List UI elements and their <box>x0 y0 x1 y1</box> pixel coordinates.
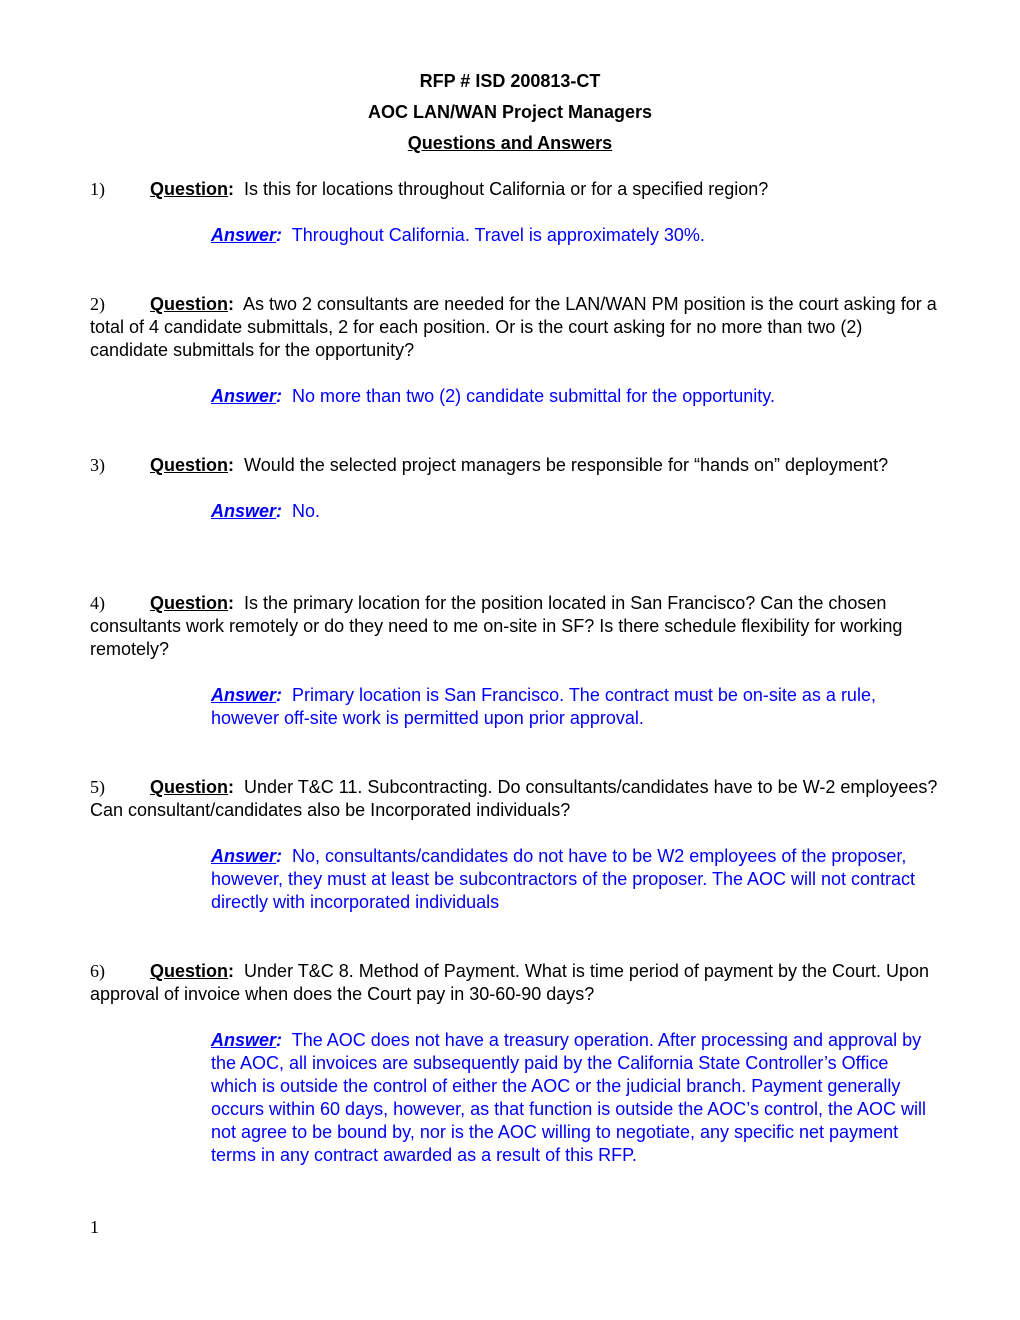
question-text: Would the selected project managers be r… <box>244 455 889 475</box>
answer-label: Answer: <box>211 225 283 245</box>
question-label: Question: <box>150 455 235 475</box>
rfp-number-heading: RFP # ISD 200813-CT <box>419 71 601 91</box>
question-paragraph: 6) Question: Under T&C 8. Method of Payme… <box>90 960 940 1006</box>
page-number: 1 <box>90 1217 99 1237</box>
answer-label: Answer: <box>211 386 283 406</box>
question-number: 6) <box>90 961 105 981</box>
question-number: 2) <box>90 294 105 314</box>
question-text: Is this for locations throughout Califor… <box>244 179 769 199</box>
answer-text: Throughout California. Travel is approxi… <box>291 225 705 245</box>
qa-item: 3) Question: Would the selected project m… <box>90 454 940 523</box>
question-label: Question: <box>150 777 235 797</box>
answer-paragraph: Answer: Primary location is San Francisc… <box>211 684 931 730</box>
document-page: RFP # ISD 200813-CT AOC LAN/WAN Project … <box>0 0 1020 1320</box>
answer-label: Answer: <box>211 1030 283 1050</box>
question-label: Question: <box>150 961 235 981</box>
section-heading: Questions and Answers <box>407 133 613 153</box>
question-label: Question: <box>150 294 235 314</box>
answer-text: No. <box>292 501 321 521</box>
question-paragraph: 5) Question: Under T&C 11. Subcontracting… <box>90 776 940 822</box>
answer-text: The AOC does not have a treasury operati… <box>211 1030 927 1165</box>
question-label: Question: <box>150 179 235 199</box>
answer-text: No more than two (2) candidate submittal… <box>292 386 775 406</box>
answer-paragraph: Answer: No more than two (2) candidate s… <box>211 385 931 408</box>
question-number: 4) <box>90 593 105 613</box>
question-paragraph: 4) Question: Is the primary location for … <box>90 592 940 661</box>
question-paragraph: 3) Question: Would the selected project m… <box>90 454 940 477</box>
answer-paragraph: Answer: No, consultants/candidates do no… <box>211 845 931 914</box>
answer-label: Answer: <box>211 846 283 866</box>
question-number: 5) <box>90 777 105 797</box>
question-paragraph: 2) Question: As two 2 consultants are nee… <box>90 293 940 362</box>
question-label: Question: <box>150 593 235 613</box>
qa-item: 4) Question: Is the primary location for … <box>90 592 940 730</box>
qa-item: 5) Question: Under T&C 11. Subcontracting… <box>90 776 940 914</box>
answer-text: No, consultants/candidates do not have t… <box>211 846 916 912</box>
answer-paragraph: Answer: No. <box>211 500 931 523</box>
question-paragraph: 1) Question: Is this for locations throug… <box>90 178 940 201</box>
qa-item: 1) Question: Is this for locations throug… <box>90 178 940 247</box>
answer-label: Answer: <box>211 685 283 705</box>
answer-paragraph: Answer: Throughout California. Travel is… <box>211 224 931 247</box>
answer-label: Answer: <box>211 501 283 521</box>
answer-paragraph: Answer: The AOC does not have a treasury… <box>211 1029 931 1167</box>
question-number: 1) <box>90 179 105 199</box>
project-title-heading: AOC LAN/WAN Project Managers <box>367 102 653 122</box>
question-number: 3) <box>90 455 105 475</box>
qa-item: 6) Question: Under T&C 8. Method of Payme… <box>90 960 940 1167</box>
answer-text: Primary location is San Francisco. The c… <box>211 685 876 728</box>
qa-item: 2) Question: As two 2 consultants are nee… <box>90 293 940 408</box>
